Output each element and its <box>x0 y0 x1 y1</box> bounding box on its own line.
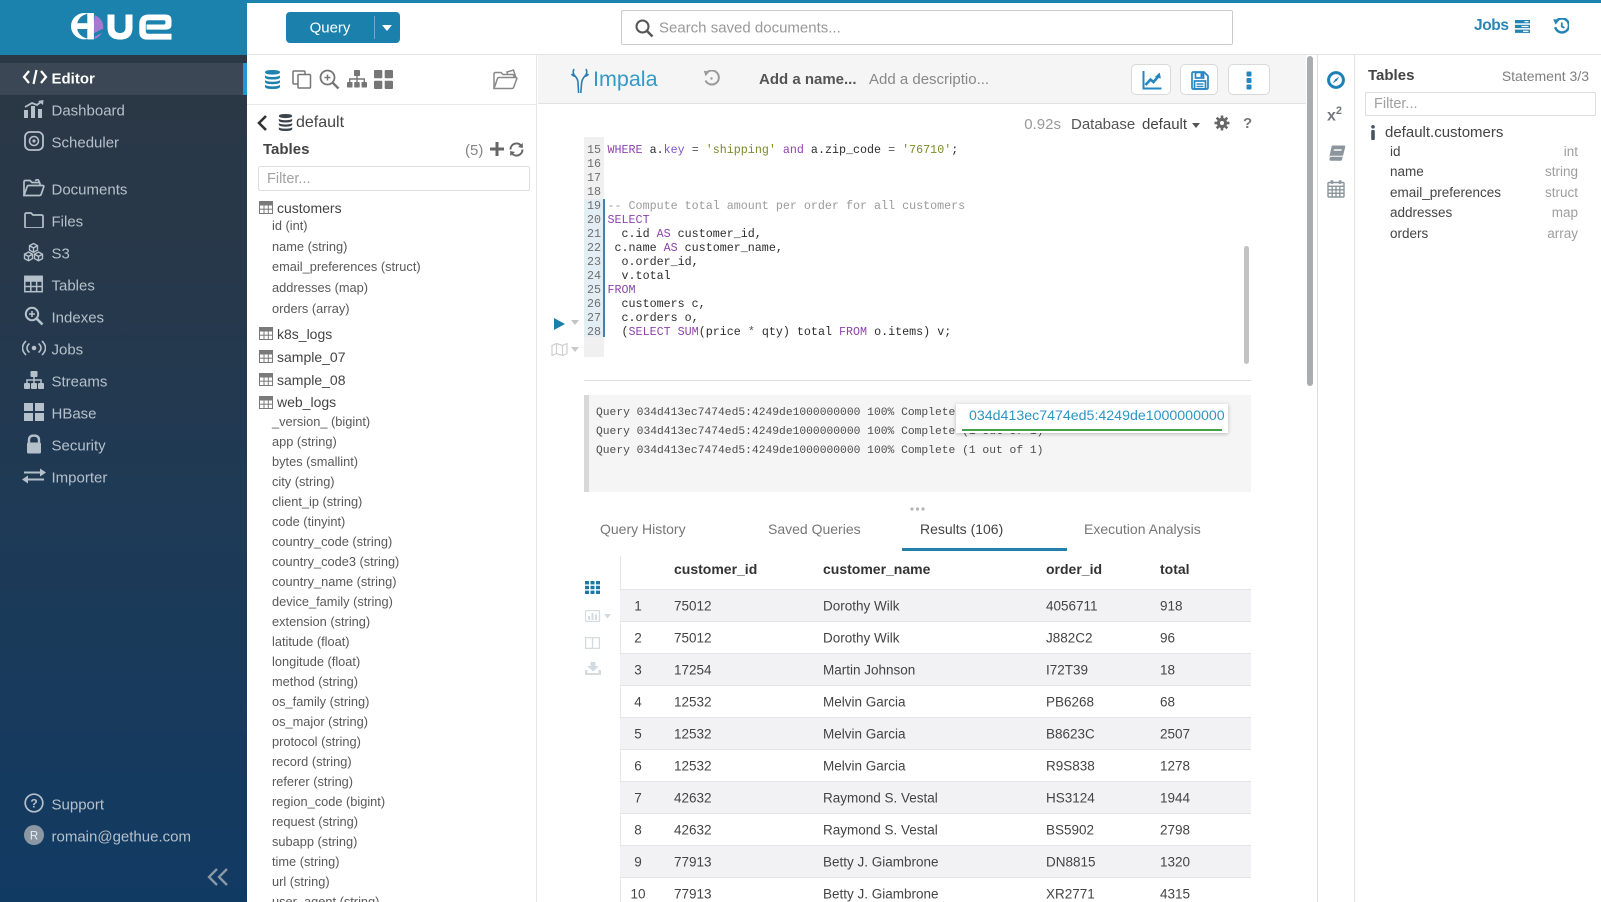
svg-text:R: R <box>29 831 37 843</box>
svg-text:?: ? <box>30 797 37 811</box>
